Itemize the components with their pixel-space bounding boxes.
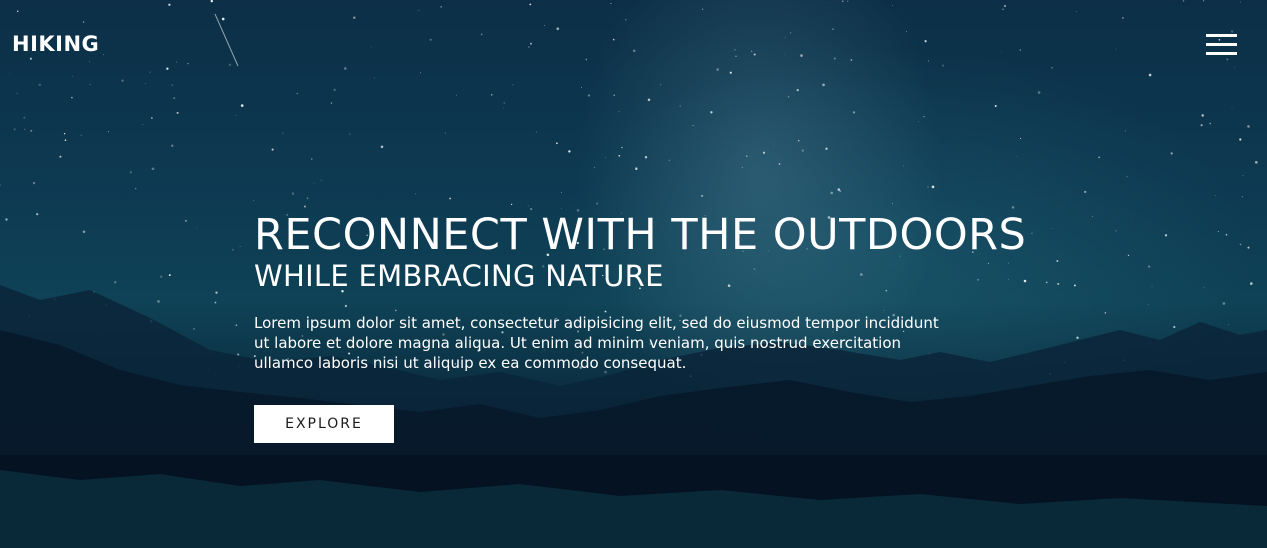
hero-headline: RECONNECT WITH THE OUTDOORS	[254, 210, 1027, 260]
hero-content: RECONNECT WITH THE OUTDOORS WHILE EMBRAC…	[254, 211, 1034, 443]
brand-logo[interactable]: HIKING	[12, 32, 99, 56]
menu-bar	[1206, 34, 1237, 37]
menu-bar	[1206, 52, 1237, 55]
explore-button[interactable]: EXPLORE	[254, 405, 394, 443]
hero-description: Lorem ipsum dolor sit amet, consectetur …	[254, 314, 939, 372]
hamburger-menu-icon[interactable]	[1206, 34, 1237, 58]
hero-subheadline: WHILE EMBRACING NATURE	[254, 259, 664, 293]
menu-bar	[1206, 43, 1237, 46]
hero-section: HIKING RECONNECT WITH THE OUTDOORS WHILE…	[0, 0, 1267, 548]
